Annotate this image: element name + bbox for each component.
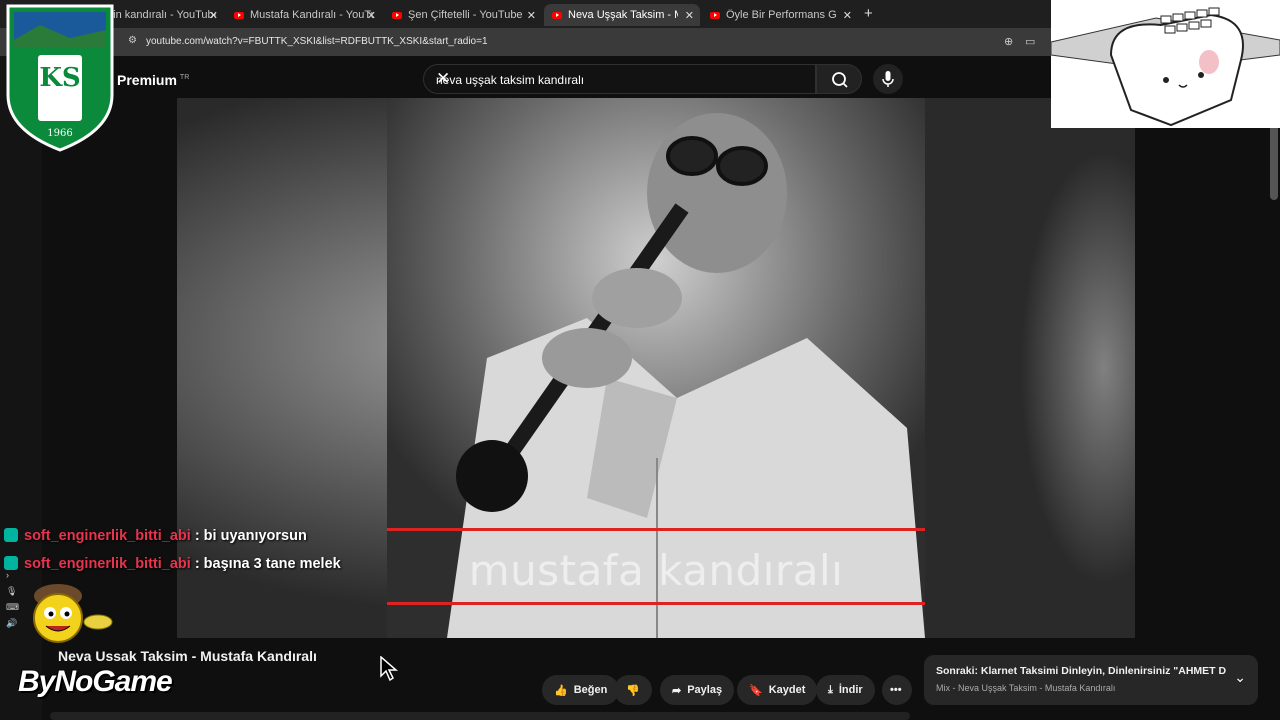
url-field[interactable]: youtube.com/watch?v=FBUTTK_XSKI&list=RDF… — [146, 36, 488, 47]
tab-3[interactable]: Şen Çiftetelli - YouTube ✕ — [384, 4, 542, 26]
thumbs-up-icon: 👍 — [554, 684, 568, 697]
chat-message: soft_enginerlik_bitti_abi : bi uyanıyors… — [4, 528, 307, 544]
search-input[interactable]: neva uşşak taksim kandıralı ✕ — [423, 64, 816, 94]
share-icon: ➦ — [672, 684, 682, 697]
zoom-icon[interactable]: ⊕ — [1004, 35, 1013, 48]
mascot-emoji-overlay — [26, 578, 116, 658]
comments-section-edge — [50, 712, 910, 720]
chat-badge-icon — [4, 528, 18, 542]
clear-search-icon[interactable]: ✕ — [436, 69, 809, 89]
chat-message: soft_enginerlik_bitti_abi : başına 3 tan… — [4, 556, 341, 572]
up-next-subtitle: Mix - Neva Uşşak Taksim - Mustafa Kandır… — [936, 683, 1116, 693]
download-icon: ⤓ — [828, 683, 833, 696]
youtube-icon — [234, 11, 244, 19]
club-logo-letters: KS — [39, 63, 80, 93]
bongo-cat-overlay — [1050, 0, 1280, 128]
save-button[interactable]: 🔖 Kaydet — [737, 675, 818, 705]
tab-close-icon[interactable]: ✕ — [527, 9, 536, 22]
cover-red-line-bottom — [387, 602, 925, 605]
video-title: Neva Ussak Taksim - Mustafa Kandıralı — [58, 648, 317, 664]
sponsor-logo: ByNoGame — [18, 665, 173, 698]
bookmark-icon: 🔖 — [749, 684, 763, 697]
youtube-premium-logo[interactable]: Premium TR — [117, 72, 189, 88]
club-logo-year: 1966 — [47, 128, 72, 139]
chevron-down-icon[interactable]: ⌄ — [1234, 669, 1246, 686]
up-next-card[interactable]: Sonraki: Klarnet Taksimi Dinleyin, Dinle… — [924, 655, 1258, 705]
like-button[interactable]: 👍 Beğen — [542, 675, 620, 705]
keyboard-icon: ⌨ — [6, 602, 19, 612]
tab-2[interactable]: Mustafa Kandıralı - YouTube✕ — [226, 4, 382, 26]
share-button[interactable]: ➦ Paylaş — [660, 675, 735, 705]
tab-close-icon[interactable]: ✕ — [367, 9, 376, 22]
youtube-icon — [710, 11, 720, 19]
club-logo: KS 1966 — [0, 0, 120, 155]
dislike-button[interactable]: 👎 — [614, 675, 652, 705]
thumbs-down-icon: 👎 — [626, 684, 640, 697]
youtube-icon — [392, 11, 402, 19]
youtube-icon — [552, 11, 562, 19]
cover-artist-name: mustafa kandıralı — [468, 546, 844, 595]
mouse-cursor-icon — [380, 655, 399, 687]
album-cover: mustafa kandıralı — [387, 98, 925, 638]
tab-5[interactable]: Öyle Bir Performans Gösterdi K...✕ — [702, 4, 858, 26]
site-info-icon[interactable]: ⚙ — [128, 35, 137, 46]
microphone-icon — [882, 71, 894, 87]
more-actions-button[interactable]: ••• — [882, 675, 912, 705]
cover-red-line-top — [387, 528, 925, 531]
speaker-icon: 🔊 — [6, 618, 18, 628]
stream-side-icons: › 🎙 ⌨ 🔊 — [6, 570, 28, 634]
microphone-icon: 🎙 — [6, 586, 18, 596]
chevron-right-icon: › — [6, 570, 9, 580]
search-icon — [832, 72, 848, 88]
voice-search-button[interactable] — [873, 64, 903, 94]
chat-badge-icon — [4, 556, 18, 570]
up-next-title: Sonraki: Klarnet Taksimi Dinleyin, Dinle… — [936, 665, 1226, 677]
cast-icon[interactable]: ▭ — [1025, 35, 1035, 48]
tab-close-icon[interactable]: ✕ — [209, 9, 218, 22]
tab-close-icon[interactable]: ✕ — [843, 9, 852, 22]
tab-4-active[interactable]: Neva Uşşak Taksim - Musta...✕ — [544, 4, 700, 26]
more-horizontal-icon: ••• — [890, 684, 902, 696]
download-button[interactable]: ⤓ İndir — [816, 675, 875, 705]
search-button[interactable] — [816, 64, 862, 94]
new-tab-button[interactable]: + — [864, 5, 873, 22]
tab-close-icon[interactable]: ✕ — [685, 9, 694, 22]
